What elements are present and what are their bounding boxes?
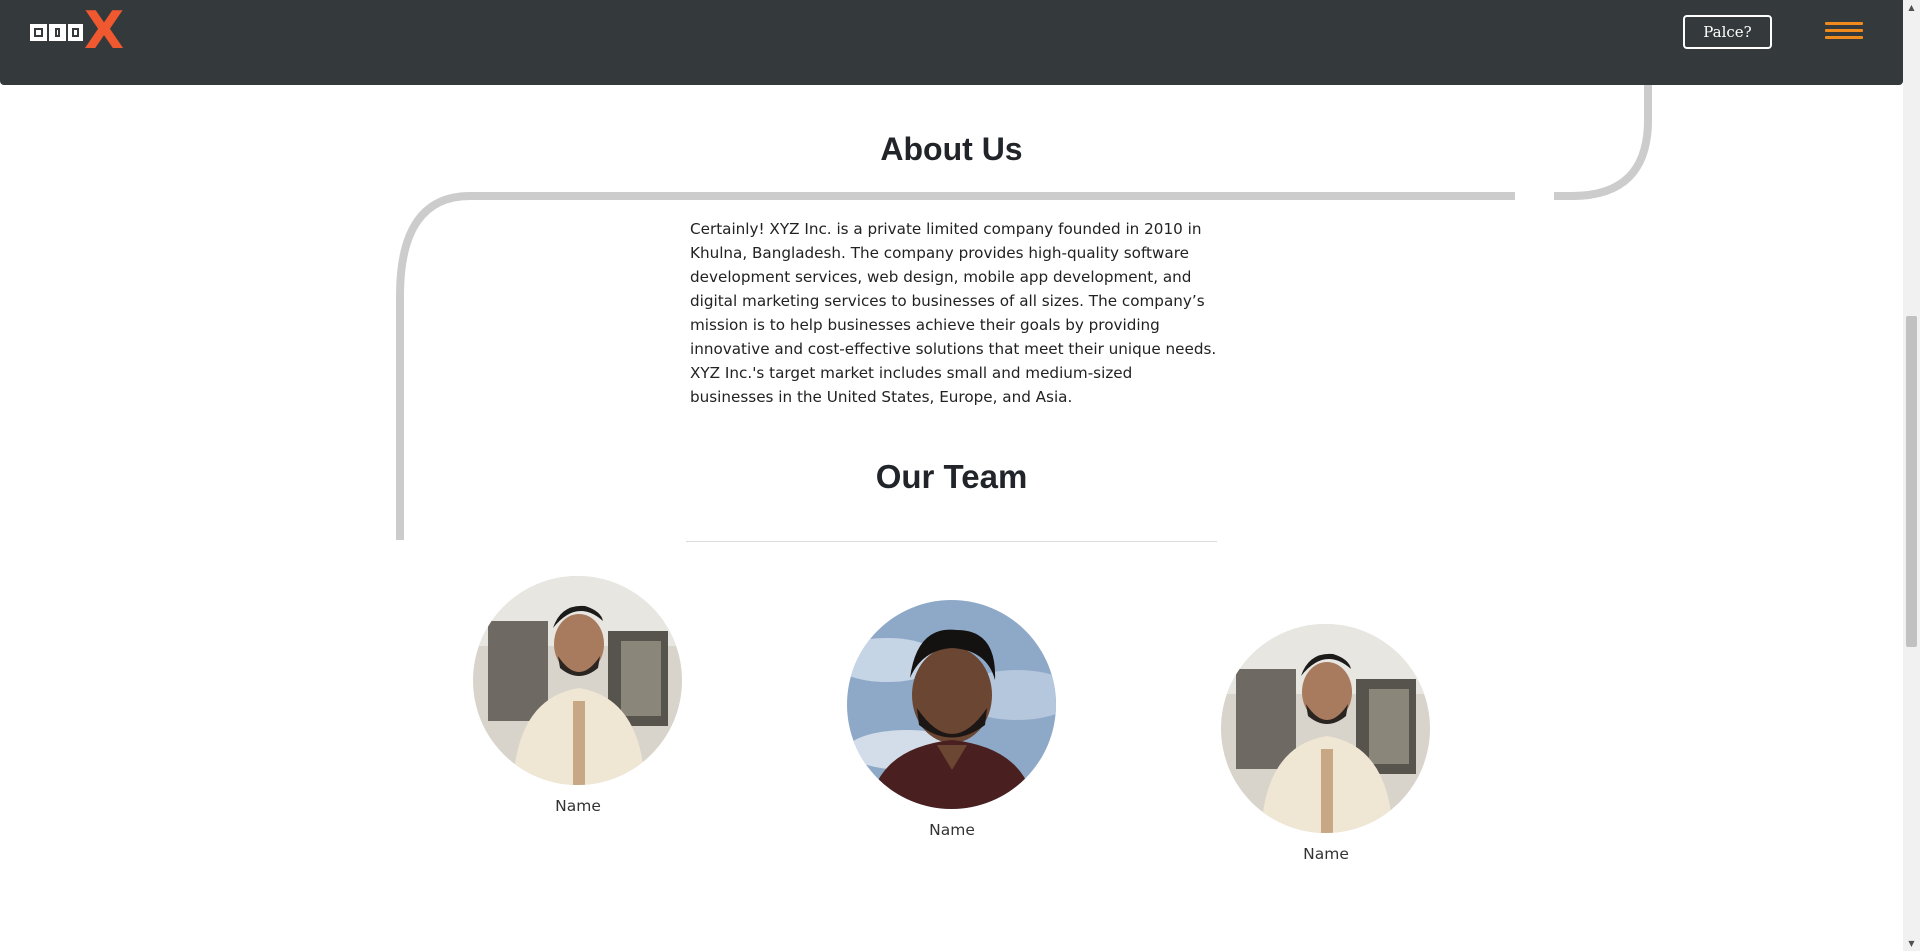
place-button[interactable]: Palce? [1683, 15, 1772, 49]
scrollbar-thumb[interactable] [1906, 316, 1917, 647]
team-member-photo [473, 576, 682, 785]
top-navbar: X Palce? [0, 0, 1903, 85]
team-divider [686, 541, 1217, 542]
brand-logo[interactable]: X [30, 5, 124, 57]
logo-letter-box [49, 24, 66, 41]
about-description: Certainly! XYZ Inc. is a private limited… [690, 220, 1217, 406]
team-member-card: Name [473, 576, 683, 815]
team-member-photo [847, 600, 1056, 809]
about-title: About Us [880, 131, 1023, 167]
logo-letter-box [30, 24, 47, 41]
scroll-down-arrow-icon[interactable]: ▼ [1903, 936, 1920, 951]
page: X Palce? About Us Certainly! XYZ Inc. is… [0, 0, 1920, 951]
vertical-scrollbar[interactable]: ▲ ▼ [1903, 0, 1920, 951]
team-member-card: Name [847, 600, 1057, 839]
scroll-up-arrow-icon[interactable]: ▲ [1903, 0, 1920, 15]
logo-letter-box [68, 24, 83, 41]
team-title: Our Team [875, 458, 1028, 495]
hamburger-menu-icon[interactable] [1825, 22, 1863, 42]
team-member-photo [1221, 624, 1430, 833]
team-member-name: Name [555, 797, 601, 815]
team-member-name: Name [1303, 845, 1349, 863]
logo-accent-letter: X [84, 1, 125, 61]
team-member-card: Name [1221, 624, 1431, 863]
team-member-name: Name [929, 821, 975, 839]
